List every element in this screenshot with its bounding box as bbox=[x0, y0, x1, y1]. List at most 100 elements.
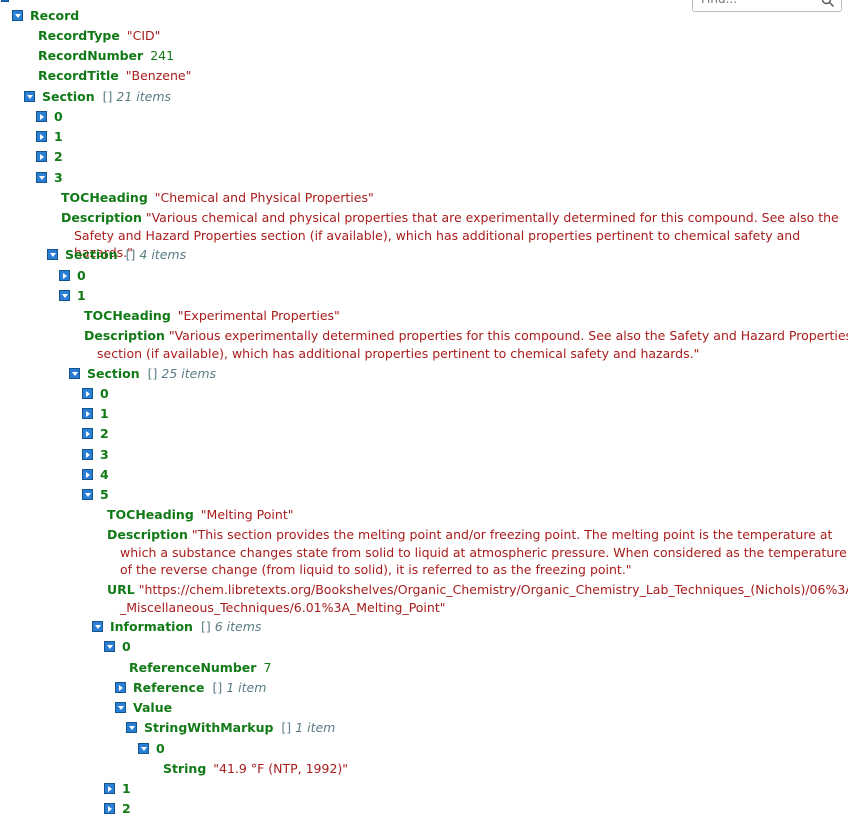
tree-value: "41.9 °F (NTP, 1992)" bbox=[213, 761, 349, 776]
tree-row-index[interactable]: 1 bbox=[104, 780, 131, 798]
tree-row-record[interactable]: Record bbox=[12, 7, 79, 25]
collapse-toggle-icon[interactable] bbox=[104, 641, 115, 652]
tree-key: Section bbox=[65, 247, 118, 262]
tree-row-url: URL "https://chem.libretexts.org/Bookshe… bbox=[107, 581, 848, 616]
tree-key: RecordType bbox=[38, 28, 120, 43]
tree-row-section[interactable]: Section [] 4 items bbox=[47, 246, 186, 264]
item-count: [] 6 items bbox=[201, 619, 261, 634]
tree-row-index[interactable]: 5 bbox=[82, 486, 109, 504]
tree-key: RecordTitle bbox=[38, 68, 119, 83]
tree-row-index[interactable]: 1 bbox=[36, 128, 63, 146]
tree-key: Description bbox=[61, 210, 142, 225]
collapse-toggle-icon[interactable] bbox=[126, 722, 137, 733]
tree-key: 0 bbox=[122, 639, 131, 654]
collapse-toggle-icon[interactable] bbox=[69, 368, 80, 379]
array-bracket: [] bbox=[200, 619, 211, 634]
tree-key: URL bbox=[107, 582, 135, 597]
tree-row-information[interactable]: Information [] 6 items bbox=[92, 618, 261, 636]
tree-row-tocheading: TOCHeading "Melting Point" bbox=[107, 506, 293, 524]
tree-row-section[interactable]: Section [] 21 items bbox=[24, 88, 171, 106]
tree-key: Record bbox=[30, 8, 80, 23]
tree-key: Section bbox=[87, 366, 140, 381]
tree-row-index[interactable]: 4 bbox=[82, 466, 109, 484]
tree-row-index[interactable]: 1 bbox=[59, 287, 86, 305]
tree-row-index[interactable]: 2 bbox=[104, 800, 131, 818]
tree-key: 5 bbox=[100, 487, 109, 502]
tree-row-value[interactable]: Value bbox=[115, 699, 172, 717]
array-bracket: [] bbox=[125, 247, 136, 262]
tree-row-description: Description "This section provides the m… bbox=[107, 526, 848, 579]
item-count-text: 1 item bbox=[295, 720, 336, 735]
tree-row-recordtitle: RecordTitle "Benzene" bbox=[38, 67, 191, 85]
expand-toggle-icon[interactable] bbox=[82, 449, 93, 460]
collapse-toggle-icon[interactable] bbox=[47, 249, 58, 260]
item-count-text: 4 items bbox=[139, 247, 187, 262]
tree-key: 1 bbox=[77, 288, 86, 303]
collapse-toggle-icon[interactable] bbox=[92, 621, 103, 632]
tree-key: 0 bbox=[77, 268, 86, 283]
tree-row-index[interactable]: 0 bbox=[36, 108, 63, 126]
tree-value: "Various experimentally determined prope… bbox=[97, 328, 848, 361]
expand-toggle-icon[interactable] bbox=[82, 408, 93, 419]
collapse-toggle-icon[interactable] bbox=[59, 290, 70, 301]
tree-row-index[interactable]: 1 bbox=[82, 405, 109, 423]
tree-key: 3 bbox=[100, 447, 109, 462]
tree-row-tocheading: TOCHeading "Chemical and Physical Propert… bbox=[61, 189, 374, 207]
item-count: [] 25 items bbox=[148, 366, 216, 381]
tree-value: "CID" bbox=[126, 28, 161, 43]
expand-toggle-icon[interactable] bbox=[82, 428, 93, 439]
tree-row-section[interactable]: Section [] 25 items bbox=[69, 365, 216, 383]
tree-key: 0 bbox=[54, 109, 63, 124]
item-count-text: 21 items bbox=[116, 89, 172, 104]
tree-key: 1 bbox=[54, 129, 63, 144]
tree-value: 241 bbox=[150, 48, 175, 63]
tree-key: String bbox=[163, 761, 207, 776]
search-icon[interactable] bbox=[821, 0, 835, 8]
tree-row-index[interactable]: 0 bbox=[138, 740, 165, 758]
scrolled-toggle-icon[interactable] bbox=[1, 0, 9, 2]
tree-row-index[interactable]: 2 bbox=[82, 425, 109, 443]
tree-row-stringwithmarkup[interactable]: StringWithMarkup [] 1 item bbox=[126, 719, 335, 737]
array-bracket: [] bbox=[102, 89, 113, 104]
expand-toggle-icon[interactable] bbox=[82, 388, 93, 399]
collapse-toggle-icon[interactable] bbox=[12, 10, 23, 21]
tree-row-description: Description "Various experimentally dete… bbox=[84, 327, 848, 362]
tree-row-index[interactable]: 0 bbox=[59, 267, 86, 285]
find-input[interactable] bbox=[692, 0, 842, 12]
tree-key: Information bbox=[110, 619, 193, 634]
tree-row-index[interactable]: 3 bbox=[82, 446, 109, 464]
expand-toggle-icon[interactable] bbox=[104, 803, 115, 814]
item-count: [] 4 items bbox=[126, 247, 186, 262]
expand-toggle-icon[interactable] bbox=[36, 151, 47, 162]
tree-key: 2 bbox=[100, 426, 109, 441]
expand-toggle-icon[interactable] bbox=[82, 469, 93, 480]
tree-row-index[interactable]: 0 bbox=[82, 385, 109, 403]
array-bracket: [] bbox=[147, 366, 158, 381]
item-count-text: 6 items bbox=[214, 619, 262, 634]
tree-row-recordtype: RecordType "CID" bbox=[38, 27, 160, 45]
tree-row-reference[interactable]: Reference [] 1 item bbox=[115, 679, 266, 697]
collapse-toggle-icon[interactable] bbox=[36, 172, 47, 183]
collapse-toggle-icon[interactable] bbox=[115, 702, 126, 713]
tree-value: "This section provides the melting point… bbox=[120, 527, 847, 577]
expand-toggle-icon[interactable] bbox=[36, 111, 47, 122]
expand-toggle-icon[interactable] bbox=[59, 270, 70, 281]
collapse-toggle-icon[interactable] bbox=[82, 489, 93, 500]
expand-toggle-icon[interactable] bbox=[36, 131, 47, 142]
item-count-text: 25 items bbox=[161, 366, 217, 381]
tree-key: ReferenceNumber bbox=[129, 660, 257, 675]
tree-key: TOCHeading bbox=[107, 507, 194, 522]
tree-key: Value bbox=[133, 700, 173, 715]
tree-row-referencenumber: ReferenceNumber 7 bbox=[129, 659, 271, 677]
tree-key: Reference bbox=[133, 680, 205, 695]
expand-toggle-icon[interactable] bbox=[104, 783, 115, 794]
expand-toggle-icon[interactable] bbox=[115, 682, 126, 693]
collapse-toggle-icon[interactable] bbox=[138, 743, 149, 754]
item-count-text: 1 item bbox=[226, 680, 267, 695]
tree-row-index[interactable]: 0 bbox=[104, 638, 131, 656]
tree-row-index[interactable]: 3 bbox=[36, 169, 63, 187]
array-bracket: [] bbox=[281, 720, 292, 735]
tree-key: Section bbox=[42, 89, 95, 104]
tree-row-index[interactable]: 2 bbox=[36, 148, 63, 166]
collapse-toggle-icon[interactable] bbox=[24, 91, 35, 102]
